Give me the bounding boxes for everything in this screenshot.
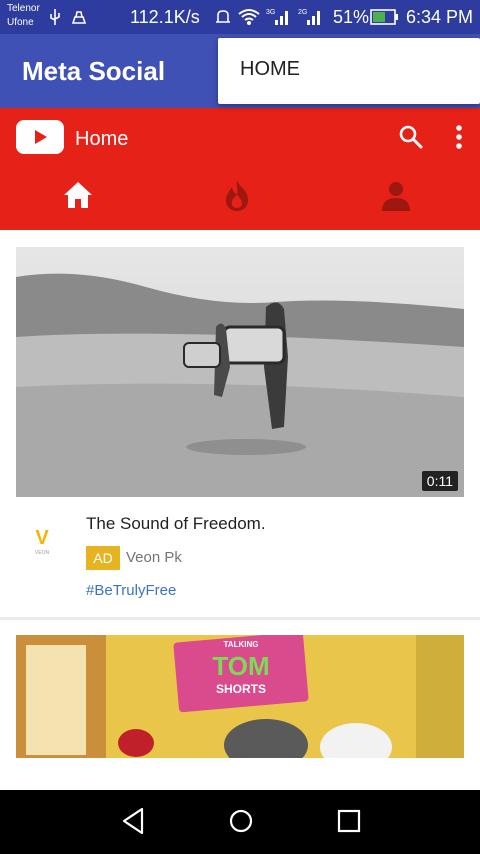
screen: Telenor Ufone 112.1K/s 3G 2G 51% 6:34 PM… (0, 0, 480, 854)
video-thumbnail[interactable]: 0:11 (16, 247, 464, 497)
svg-text:VEON: VEON (35, 550, 50, 556)
status-bar: Telenor Ufone 112.1K/s 3G 2G 51% 6:34 PM (0, 0, 480, 34)
wifi-icon (238, 9, 260, 25)
signal-icon: 2G (298, 9, 320, 25)
svg-text:3G: 3G (266, 9, 275, 16)
video-thumbnail[interactable]: TALKING TOM SHORTS (16, 635, 464, 758)
more-vert-icon[interactable] (454, 124, 464, 150)
svg-text:TOM: TOM (212, 651, 269, 681)
clock: 6:34 PM (406, 7, 474, 27)
carrier-1: Telenor (7, 3, 40, 14)
video-feed: 0:11 V VEON The Sound of Freedom. AD Veo… (0, 230, 480, 758)
youtube-header: Home (0, 108, 480, 230)
signal-icon: 3G (266, 9, 288, 25)
search-icon[interactable] (398, 124, 424, 150)
ad-badge: AD (86, 546, 120, 570)
video-card[interactable]: 0:11 V VEON The Sound of Freedom. AD Veo… (0, 230, 480, 617)
beach-drummers-image (16, 247, 464, 497)
alarm-icon (216, 10, 230, 23)
channel-logo[interactable]: V VEON (20, 520, 64, 564)
recents-icon[interactable] (336, 806, 362, 836)
app-title: Meta Social (22, 56, 166, 86)
carrier-names: Telenor Ufone (7, 2, 40, 30)
svg-text:V: V (35, 527, 49, 549)
video-title[interactable]: The Sound of Freedom. (86, 514, 266, 534)
talking-tom-thumbnail: TALKING TOM SHORTS (16, 635, 464, 758)
back-icon[interactable] (120, 806, 146, 836)
home-nav-icon[interactable] (228, 806, 254, 836)
hashtag-link[interactable]: #BeTrulyFree (86, 582, 176, 599)
trending-icon[interactable] (223, 180, 251, 212)
youtube-title: Home (75, 128, 129, 150)
svg-text:SHORTS: SHORTS (216, 682, 266, 696)
video-card[interactable]: TALKING TOM SHORTS (0, 620, 480, 758)
battery-percent: 51% (333, 7, 370, 27)
home-icon[interactable] (62, 180, 94, 210)
carrier-2: Ufone (7, 17, 34, 28)
system-nav-bar (0, 790, 480, 854)
svg-text:TALKING: TALKING (224, 640, 259, 649)
account-icon[interactable] (380, 180, 412, 212)
svg-text:2G: 2G (298, 9, 307, 16)
usb-icon (50, 9, 60, 25)
overflow-menu: HOME (218, 38, 480, 104)
menu-item-home[interactable]: HOME (240, 58, 300, 81)
channel-name[interactable]: Veon Pk (126, 549, 182, 566)
battery-icon (370, 9, 398, 25)
video-duration: 0:11 (421, 471, 458, 491)
network-speed: 112.1K/s (130, 7, 200, 27)
youtube-logo-icon (16, 120, 64, 154)
notification-icon (71, 11, 87, 24)
